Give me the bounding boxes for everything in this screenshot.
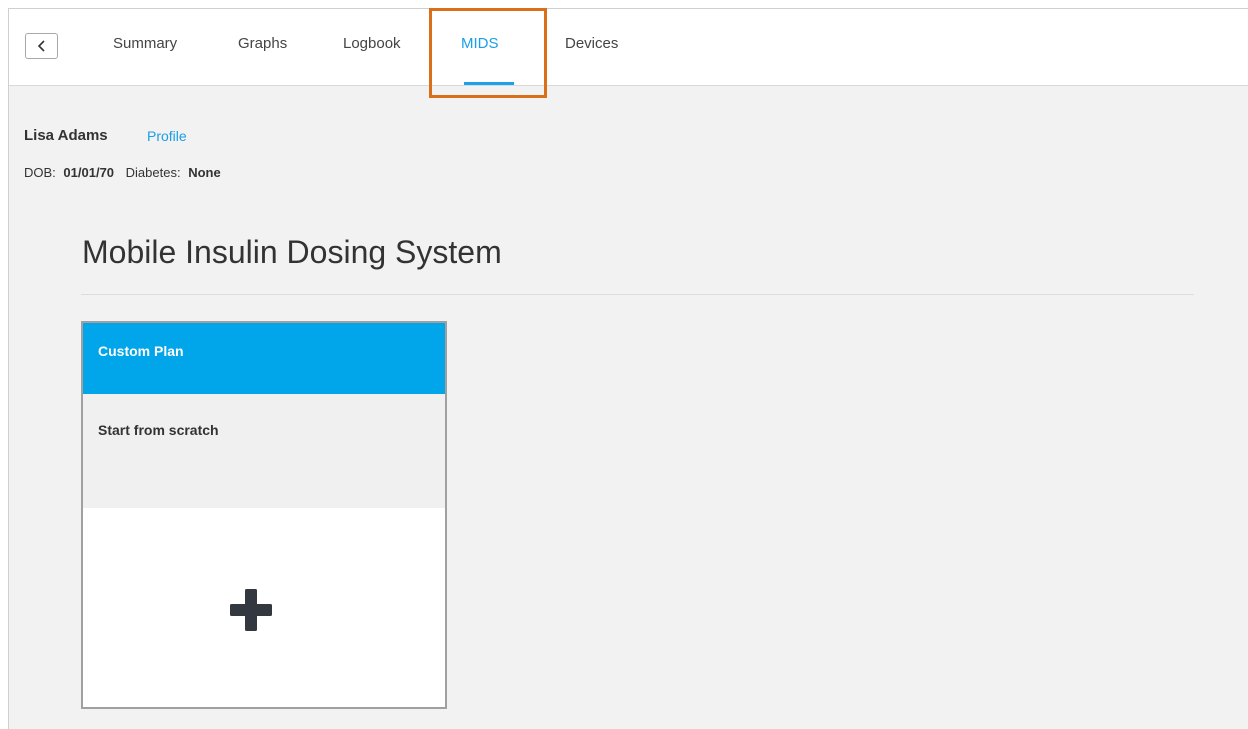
diabetes-label: Diabetes: xyxy=(125,165,181,180)
dob-value: 01/01/70 xyxy=(63,165,115,180)
top-nav-bar: Summary Graphs Logbook MIDS Devices xyxy=(9,9,1248,86)
active-tab-indicator xyxy=(464,82,514,85)
tab-mids[interactable]: MIDS xyxy=(461,35,499,52)
patient-details: DOB: 01/01/70 Diabetes: None xyxy=(24,165,221,180)
diabetes-value: None xyxy=(188,165,221,180)
tab-devices[interactable]: Devices xyxy=(565,35,618,52)
custom-plan-card[interactable]: Custom Plan Start from scratch xyxy=(81,321,447,709)
plan-card-subtitle: Start from scratch xyxy=(98,422,219,438)
dob-label: DOB: xyxy=(24,165,56,180)
tab-logbook[interactable]: Logbook xyxy=(343,35,401,52)
plan-card-title: Custom Plan xyxy=(98,343,184,359)
tab-graphs[interactable]: Graphs xyxy=(238,35,287,52)
app-frame: Summary Graphs Logbook MIDS Devices Lisa… xyxy=(8,8,1248,729)
profile-link[interactable]: Profile xyxy=(147,128,187,144)
chevron-left-icon xyxy=(37,40,45,52)
back-button[interactable] xyxy=(25,33,58,59)
patient-name: Lisa Adams xyxy=(24,127,108,144)
plan-card-header: Custom Plan xyxy=(83,323,445,394)
plus-icon[interactable] xyxy=(228,587,274,633)
page-title: Mobile Insulin Dosing System xyxy=(82,234,502,270)
plan-card-body: Start from scratch xyxy=(83,394,445,508)
title-divider xyxy=(81,294,1194,295)
tab-summary[interactable]: Summary xyxy=(113,35,177,52)
